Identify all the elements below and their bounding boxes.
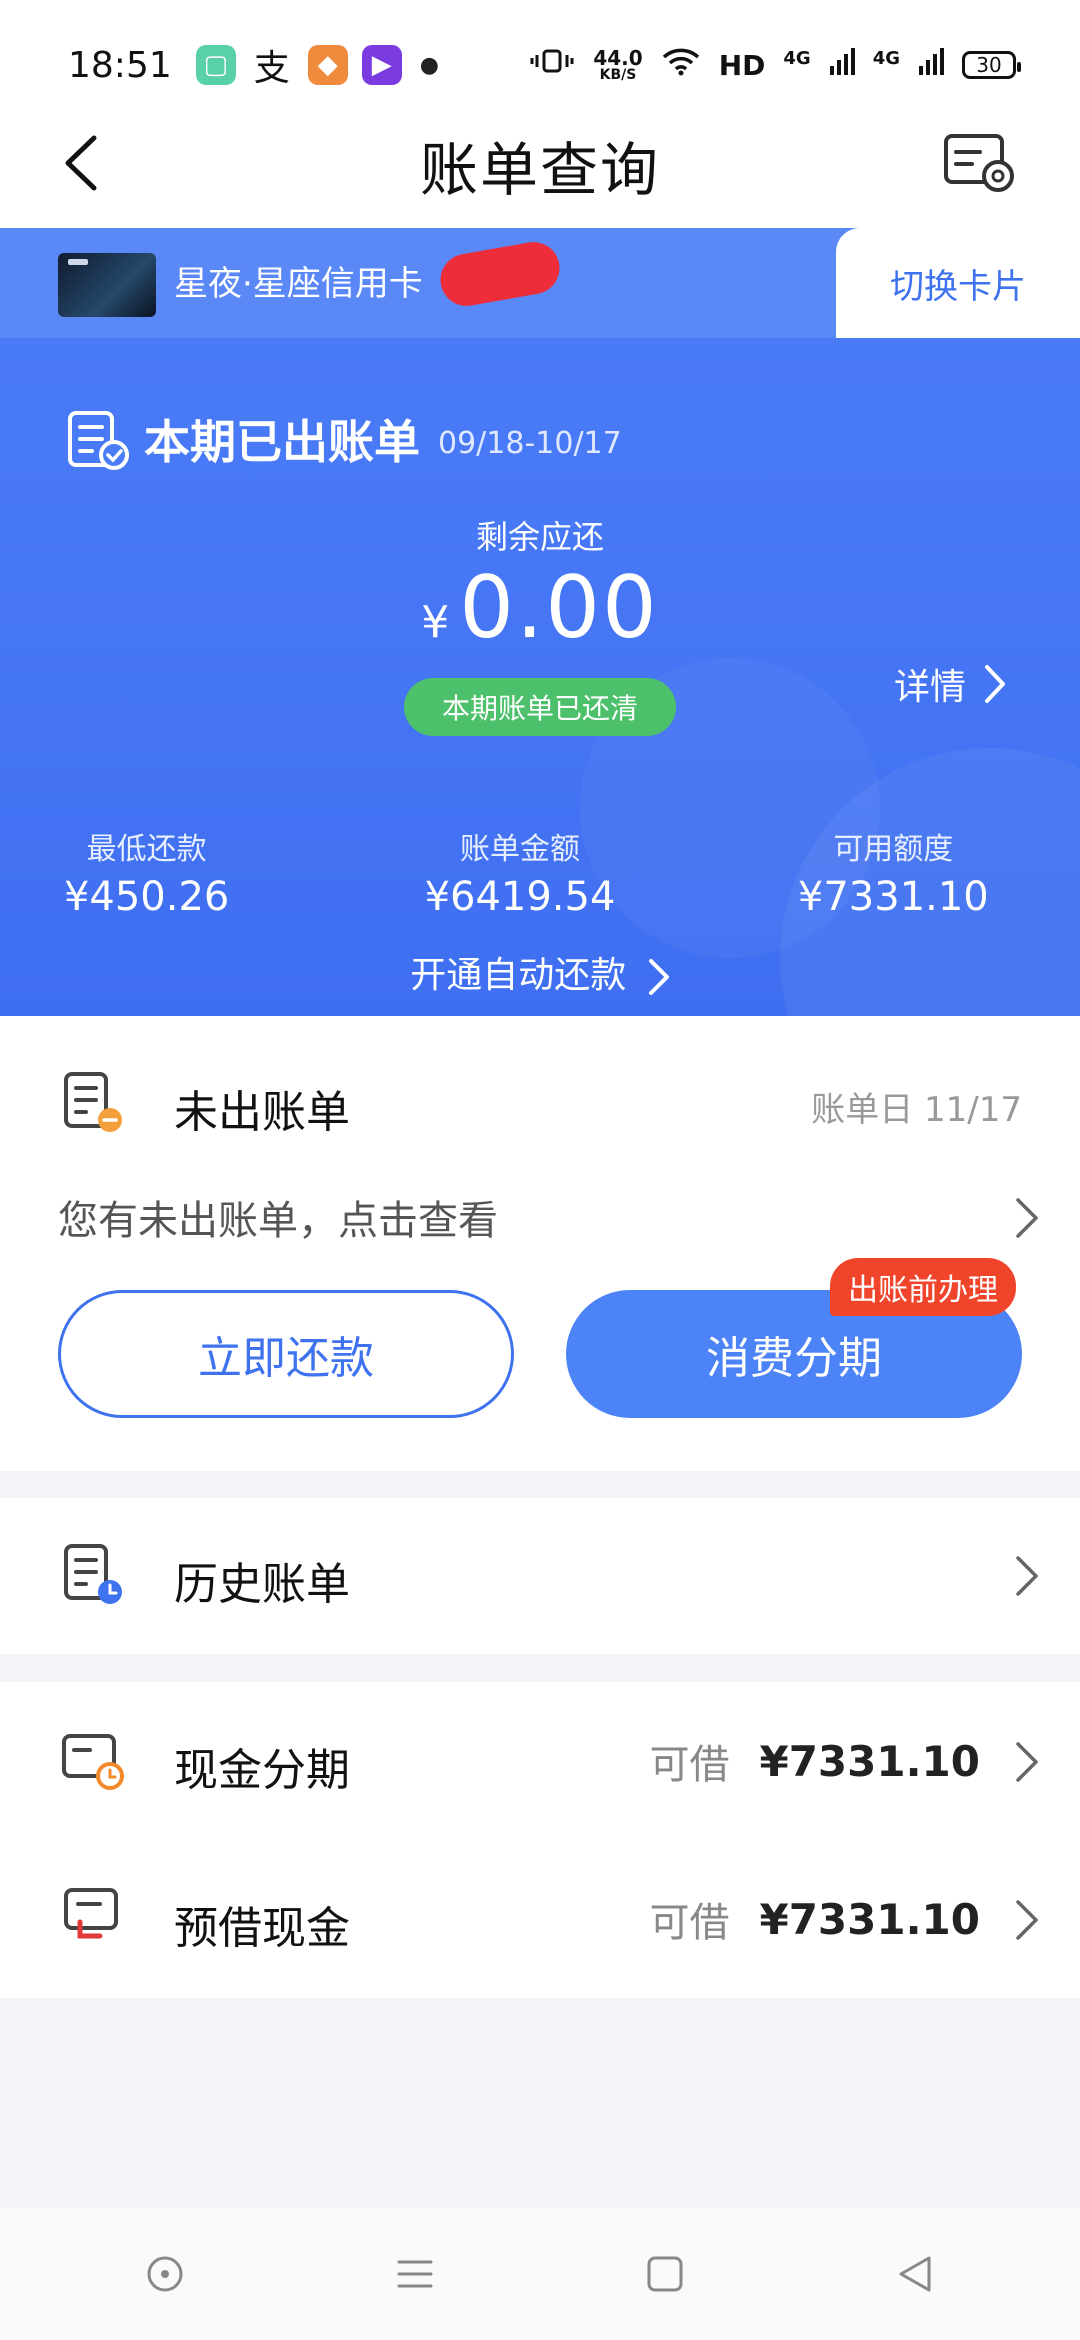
stat-value: ¥6419.54 <box>424 874 616 920</box>
switch-card-button[interactable]: 切换卡片 <box>836 228 1080 338</box>
status-badge: 本期账单已还清 <box>404 678 676 736</box>
bill-range: 09/18-10/17 <box>438 425 622 461</box>
available-label: 可借 <box>649 1742 730 1788</box>
status-time: 18:51 <box>68 44 172 86</box>
home-nav-icon[interactable] <box>635 2244 695 2304</box>
pre-bill-badge: 出账前办理 <box>830 1258 1016 1316</box>
signal-icon <box>829 46 855 84</box>
back-nav-icon[interactable] <box>885 2244 945 2304</box>
signal-1-label: 4G <box>783 48 811 69</box>
detail-label: 详情 <box>893 667 966 708</box>
autopay-label: 开通自动还款 <box>410 955 627 996</box>
stat-min-payment: 最低还款 ¥450.26 <box>0 824 333 920</box>
history-bills-row[interactable]: 历史账单 <box>0 1498 1080 1654</box>
stat-label: 可用额度 <box>833 832 954 867</box>
cash-installment-available: 可借 ¥7331.10 <box>649 1732 980 1790</box>
chevron-right-icon <box>985 665 1005 703</box>
autopay-link[interactable]: 开通自动还款 <box>0 946 1080 998</box>
page-title: 账单查询 <box>419 136 660 204</box>
app-orange-icon: ◆ <box>307 45 348 85</box>
remain-amount: ¥0.00 <box>0 558 1080 658</box>
chevron-right-icon <box>1016 1900 1038 1940</box>
wifi-icon <box>661 46 701 84</box>
remain-label: 剩余应还 <box>475 518 604 556</box>
card-name: 星夜·星座信用卡 <box>174 264 423 304</box>
available-value: ¥7331.10 <box>759 1894 980 1944</box>
alipay-icon: 支 <box>253 48 290 89</box>
bill-icon <box>68 411 129 470</box>
net-speed: 44.0 KB/S <box>593 46 643 83</box>
stat-label: 账单金额 <box>459 832 580 867</box>
dot-icon: ● <box>419 52 439 78</box>
menu-nav-icon[interactable] <box>385 2244 445 2304</box>
cash-section: 现金分期 可借 ¥7331.10 预借现金 可借 ¥7331.10 <box>0 1682 1080 1998</box>
currency-symbol: ¥ <box>421 597 452 648</box>
cash-installment-title: 现金分期 <box>174 1745 350 1796</box>
stat-available-credit: 可用额度 ¥7331.10 <box>707 824 1080 920</box>
status-right: 44.0 KB/S HD 4G 4G 30 <box>529 46 1021 84</box>
history-title: 历史账单 <box>174 1559 350 1610</box>
history-bill-icon <box>64 1544 122 1604</box>
available-value: ¥7331.10 <box>759 1736 980 1786</box>
unbilled-icon <box>64 1072 122 1132</box>
cash-advance-available: 可借 ¥7331.10 <box>649 1890 980 1948</box>
available-label: 可借 <box>649 1900 730 1946</box>
signal-icon <box>918 46 944 84</box>
redaction-mark <box>436 237 564 311</box>
bill-title: 本期已出账单 <box>144 415 420 469</box>
stat-value: ¥450.26 <box>63 874 230 920</box>
signal-2-label: 4G <box>872 48 900 69</box>
nav-bar: 账单查询 <box>0 100 1080 230</box>
unbilled-section: 未出账单 账单日 11/17 您有未出账单，点击查看 立即还款 消费分期 出账前… <box>0 1016 1080 1471</box>
app-purple-icon: ▶ <box>361 45 402 85</box>
assistant-nav-icon[interactable] <box>135 2244 195 2304</box>
bill-stats: 最低还款 ¥450.26 账单金额 ¥6419.54 可用额度 ¥7331.10 <box>0 824 1080 920</box>
bill-header: 本期已出账单 09/18-10/17 <box>64 406 622 472</box>
bill-card: 星夜·星座信用卡 切换卡片 本期已出账单 09/18-10/17 剩余应还 ¥0… <box>0 228 1080 1016</box>
unbilled-hint: 您有未出账单，点击查看 <box>58 1198 498 1244</box>
chevron-right-icon <box>1016 1198 1038 1238</box>
amount-value: 0.00 <box>459 558 659 658</box>
stat-value: ¥7331.10 <box>797 874 989 920</box>
system-nav-bar <box>0 2208 1080 2340</box>
cash-advance-icon <box>64 1888 118 1939</box>
detail-link[interactable]: 详情 <box>894 658 1006 710</box>
stat-label: 最低还款 <box>86 832 207 867</box>
vibrate-icon <box>529 46 575 84</box>
chevron-right-icon <box>1016 1742 1038 1782</box>
stat-bill-amount: 账单金额 ¥6419.54 <box>333 824 706 920</box>
chevron-right-icon <box>648 959 669 995</box>
repay-now-button[interactable]: 立即还款 <box>58 1290 514 1418</box>
hd-label: HD <box>718 48 766 82</box>
cash-installment-icon <box>62 1734 124 1790</box>
chevron-right-icon <box>1016 1556 1038 1596</box>
statement-date: 账单日 11/17 <box>811 1090 1022 1130</box>
card-selector[interactable]: 星夜·星座信用卡 切换卡片 <box>0 228 1080 338</box>
battery-icon: 30 <box>962 51 1021 79</box>
back-icon[interactable] <box>50 128 120 198</box>
unbilled-title: 未出账单 <box>174 1087 350 1138</box>
cash-advance-title: 预借现金 <box>174 1903 350 1954</box>
app-green-icon: ▢ <box>195 45 236 85</box>
credit-card-thumbnail <box>58 253 156 317</box>
bill-settings-icon[interactable] <box>942 130 1022 200</box>
